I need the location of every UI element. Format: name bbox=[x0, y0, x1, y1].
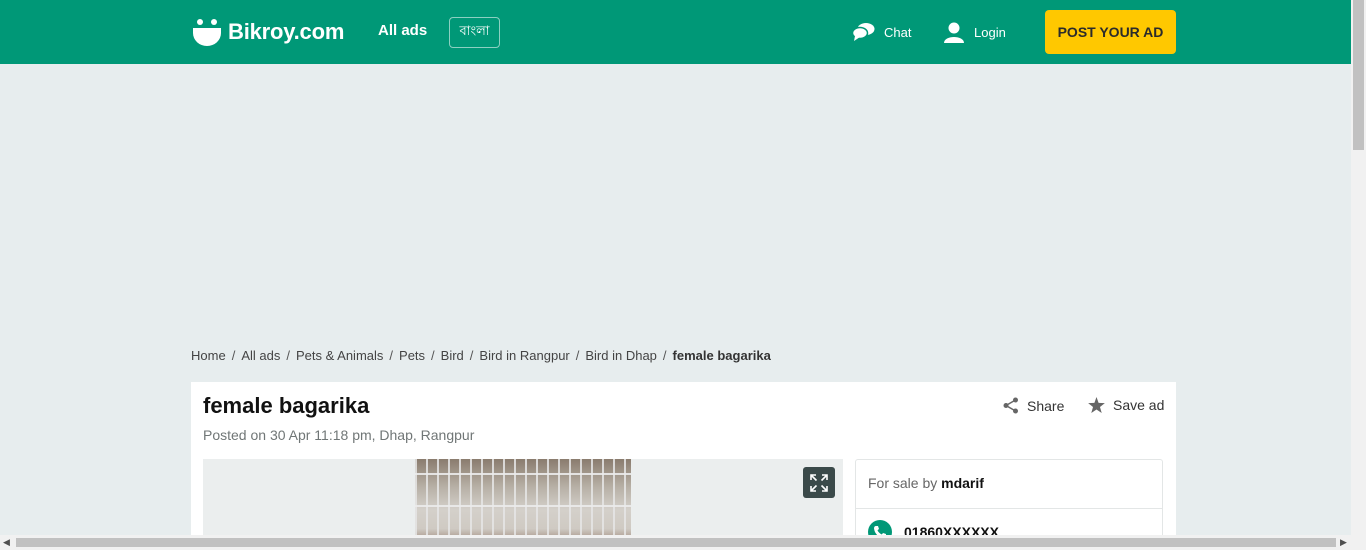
seller-row: For sale by mdarif bbox=[856, 460, 1162, 509]
share-label: Share bbox=[1027, 397, 1065, 414]
horizontal-scrollbar-thumb[interactable] bbox=[16, 538, 1336, 547]
breadcrumb-home[interactable]: Home bbox=[191, 348, 226, 363]
top-navigation-bar: Bikroy.com All ads বাংলা Chat Login POST… bbox=[0, 0, 1351, 64]
login-label: Login bbox=[974, 24, 1006, 40]
breadcrumb-bird[interactable]: Bird bbox=[441, 348, 464, 363]
chat-bubbles-icon bbox=[852, 23, 875, 41]
site-logo[interactable]: Bikroy.com bbox=[192, 16, 344, 48]
scroll-left-arrow-icon[interactable]: ◀ bbox=[3, 537, 10, 548]
breadcrumb-separator: / bbox=[286, 348, 290, 363]
chat-link[interactable]: Chat bbox=[852, 20, 911, 44]
vertical-scrollbar-thumb[interactable] bbox=[1353, 0, 1364, 150]
breadcrumb-bird-in-rangpur[interactable]: Bird in Rangpur bbox=[479, 348, 569, 363]
smiley-logo-icon bbox=[192, 17, 222, 47]
breadcrumb-separator: / bbox=[431, 348, 435, 363]
scroll-right-arrow-icon[interactable]: ▶ bbox=[1340, 537, 1347, 548]
user-icon bbox=[944, 22, 964, 43]
ad-title: female bagarika bbox=[203, 393, 370, 418]
fullscreen-button[interactable] bbox=[803, 467, 835, 498]
breadcrumb-separator: / bbox=[575, 348, 580, 363]
breadcrumb-bird-in-dhap[interactable]: Bird in Dhap bbox=[585, 348, 657, 363]
star-icon bbox=[1088, 397, 1105, 413]
save-ad-button[interactable]: Save ad bbox=[1088, 397, 1164, 413]
chat-label: Chat bbox=[884, 24, 912, 40]
share-icon bbox=[1003, 397, 1018, 414]
share-button[interactable]: Share bbox=[1003, 397, 1064, 414]
ad-detail-card: female bagarika Posted on 30 Apr 11:18 p… bbox=[191, 382, 1176, 550]
login-link[interactable]: Login bbox=[943, 20, 1006, 44]
language-toggle-button[interactable]: বাংলা bbox=[449, 17, 500, 48]
seller-name[interactable]: mdarif bbox=[941, 475, 984, 491]
breadcrumb-separator: / bbox=[469, 348, 474, 363]
breadcrumb-current: female bagarika bbox=[672, 348, 771, 363]
seller-prefix: For sale by bbox=[868, 475, 938, 491]
breadcrumb-pets[interactable]: Pets bbox=[399, 348, 425, 363]
breadcrumb-separator: / bbox=[231, 348, 236, 363]
breadcrumb-separator: / bbox=[389, 348, 394, 363]
expand-icon bbox=[810, 473, 828, 492]
breadcrumb-all-ads[interactable]: All ads bbox=[241, 348, 280, 363]
cage-crossbar bbox=[415, 505, 631, 507]
breadcrumb-pets-animals[interactable]: Pets & Animals bbox=[296, 348, 383, 363]
all-ads-link[interactable]: All ads bbox=[378, 22, 427, 39]
brand-name: Bikroy.com bbox=[228, 19, 345, 44]
breadcrumb: Home / All ads / Pets & Animals / Pets / Bird / Bi… bbox=[191, 348, 771, 363]
cage-crossbar bbox=[415, 473, 631, 475]
post-your-ad-button[interactable]: POST YOUR AD bbox=[1045, 10, 1176, 54]
ad-posted-meta: Posted on 30 Apr 11:18 pm, Dhap, Rangpur bbox=[203, 427, 475, 443]
breadcrumb-separator: / bbox=[662, 348, 667, 363]
save-ad-label: Save ad bbox=[1113, 397, 1165, 413]
